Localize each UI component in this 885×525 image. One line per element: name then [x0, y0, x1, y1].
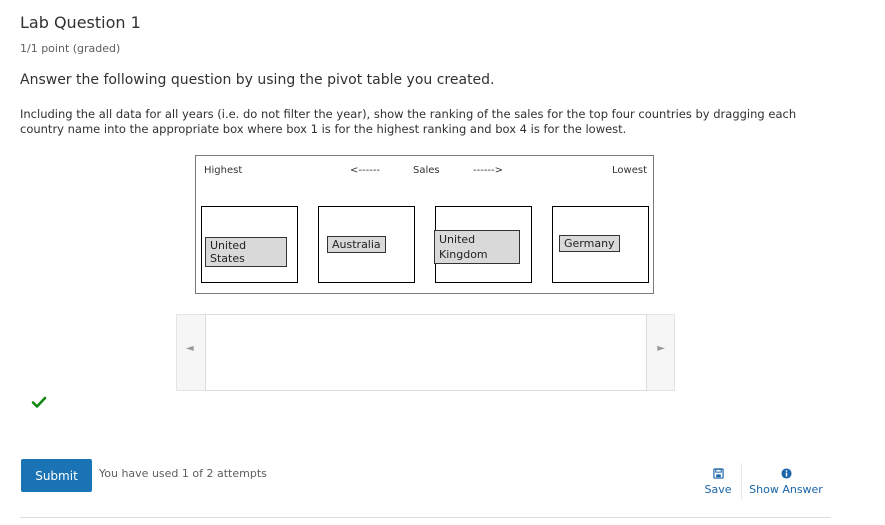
attempts-text: You have used 1 of 2 attempts — [99, 467, 267, 480]
show-answer-button[interactable]: Show Answer — [748, 468, 824, 496]
draggable-country-chip[interactable]: Germany — [559, 235, 620, 252]
actions-divider — [741, 463, 742, 499]
problem-instructions: Including the all data for all years (i.… — [20, 107, 797, 136]
header-sales: Sales — [413, 165, 440, 176]
header-arrow-right: ------> — [473, 165, 504, 176]
save-icon — [712, 468, 724, 479]
header-highest: Highest — [204, 165, 243, 176]
drop-box-1[interactable]: United States — [201, 206, 298, 283]
problem-title: Lab Question 1 — [20, 13, 141, 32]
draggable-country-chip[interactable]: Australia — [327, 236, 386, 253]
draggable-items-tray: ◄ ► — [176, 314, 675, 391]
save-label: Save — [704, 483, 732, 496]
info-icon — [780, 468, 792, 479]
show-answer-label: Show Answer — [749, 483, 823, 496]
save-button[interactable]: Save — [703, 468, 733, 496]
problem-points: 1/1 point (graded) — [20, 42, 121, 55]
bottom-divider — [20, 517, 831, 518]
correct-checkmark-icon — [31, 396, 47, 408]
drag-drop-target-area: Highest <------ Sales ------> Lowest Uni… — [195, 155, 654, 294]
header-lowest: Lowest — [612, 165, 647, 176]
scroll-left-icon[interactable]: ◄ — [186, 343, 194, 354]
drop-box-3[interactable]: United Kingdom — [434, 206, 532, 283]
scroll-right-icon[interactable]: ► — [657, 343, 665, 354]
header-arrow-left: <------ — [350, 165, 381, 176]
draggable-country-chip[interactable]: United Kingdom — [434, 230, 520, 264]
tray-drop-zone[interactable] — [205, 314, 647, 391]
drop-box-2[interactable]: Australia — [318, 206, 415, 283]
submit-button[interactable]: Submit — [21, 459, 92, 492]
problem-question: Answer the following question by using t… — [20, 72, 495, 88]
draggable-country-chip[interactable]: United States — [205, 237, 287, 267]
drop-box-4[interactable]: Germany — [552, 206, 649, 283]
